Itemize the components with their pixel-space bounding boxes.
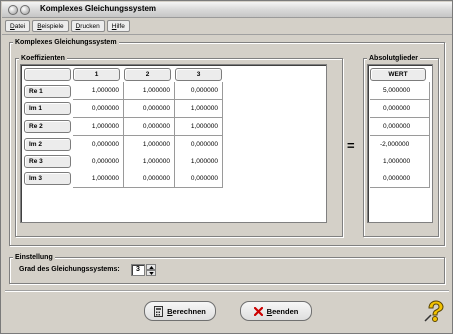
coefficient-cell[interactable]: 1,000000 xyxy=(73,170,124,188)
coefficients-group-label: Koeffizienten xyxy=(19,54,67,63)
arrow-up-icon xyxy=(149,266,154,269)
menu-divider xyxy=(2,34,452,35)
coefficient-cell[interactable]: 1,000000 xyxy=(175,100,223,118)
close-x-icon xyxy=(253,306,263,316)
row-label-im-3[interactable]: Im 3 xyxy=(24,172,71,185)
coefficient-cell[interactable]: 1,000000 xyxy=(124,153,175,171)
menu-beispiele[interactable]: Beispiele xyxy=(32,20,69,32)
menu-bar: Datei Beispiele Drucken Hilfe xyxy=(5,20,130,32)
settings-group-label: Einstellung xyxy=(13,253,55,262)
coefficient-cell[interactable]: 1,000000 xyxy=(124,136,175,154)
coefficient-cell[interactable]: 0,000000 xyxy=(124,100,175,118)
coefficient-cell[interactable]: 0,000000 xyxy=(124,118,175,136)
row-label-re-3[interactable]: Re 3 xyxy=(24,155,71,168)
row-label-re-1[interactable]: Re 1 xyxy=(24,85,71,98)
menu-hilfe[interactable]: Hilfe xyxy=(106,20,130,32)
column-header-1[interactable]: 1 xyxy=(73,68,120,81)
absolute-terms-header[interactable]: WERT xyxy=(370,68,426,81)
equals-sign: = xyxy=(347,138,355,153)
coefficient-cell[interactable]: 0,000000 xyxy=(124,170,175,188)
window-title: Komplexes Gleichungssystem xyxy=(40,4,157,13)
minimize-window-icon[interactable] xyxy=(20,5,30,15)
row-label-im-2[interactable]: Im 2 xyxy=(24,138,71,151)
coefficient-cell[interactable]: 1,000000 xyxy=(175,118,223,136)
absolute-term-cell[interactable]: 0,000000 xyxy=(370,100,430,118)
coefficient-cell[interactable]: 1,000000 xyxy=(175,153,223,171)
coefficient-cell[interactable]: 0,000000 xyxy=(175,170,223,188)
bottom-divider xyxy=(5,290,449,291)
absolute-term-cell[interactable]: 5,000000 xyxy=(370,82,430,100)
system-group-label: Komplexes Gleichungssystem xyxy=(13,38,119,47)
degree-input[interactable]: 3 xyxy=(131,264,145,276)
coefficient-cell[interactable]: 0,000000 xyxy=(175,82,223,100)
close-window-icon[interactable] xyxy=(8,5,18,15)
absolute-term-cell[interactable]: 1,000000 xyxy=(370,153,430,171)
app-window: Komplexes Gleichungssystem Datei Beispie… xyxy=(0,0,453,334)
column-header-2[interactable]: 2 xyxy=(124,68,171,81)
degree-down-button[interactable] xyxy=(146,270,156,276)
absolute-terms-group-label: Absolutglieder xyxy=(367,54,421,63)
coefficient-cell[interactable]: 1,000000 xyxy=(124,82,175,100)
coefficient-cell[interactable]: 1,000000 xyxy=(73,82,124,100)
calculator-icon xyxy=(154,305,164,317)
calculate-button[interactable]: Berechnen xyxy=(144,301,216,321)
title-bar: Komplexes Gleichungssystem xyxy=(2,2,452,18)
coefficient-cell[interactable]: 0,000000 xyxy=(73,153,124,171)
row-label-re-2[interactable]: Re 2 xyxy=(24,120,71,133)
column-header-3[interactable]: 3 xyxy=(175,68,222,81)
absolute-term-cell[interactable]: 0,000000 xyxy=(370,118,430,136)
coefficient-cell[interactable]: 0,000000 xyxy=(73,136,124,154)
coefficient-cell[interactable]: 0,000000 xyxy=(175,136,223,154)
coefficients-corner-header[interactable] xyxy=(24,68,71,81)
coefficient-cell[interactable]: 1,000000 xyxy=(73,118,124,136)
absolute-term-cell[interactable]: -2,000000 xyxy=(370,136,430,154)
arrow-down-icon xyxy=(149,272,154,275)
calculate-button-label: Berechnen xyxy=(167,306,206,316)
help-icon[interactable] xyxy=(423,299,447,323)
menu-datei[interactable]: Datei xyxy=(5,20,31,32)
absolute-term-cell[interactable]: 0,000000 xyxy=(370,170,430,188)
degree-label: Grad des Gleichungssystems: xyxy=(19,266,120,273)
quit-button[interactable]: Beenden xyxy=(240,301,312,321)
quit-button-label: Beenden xyxy=(266,306,299,316)
menu-drucken[interactable]: Drucken xyxy=(70,20,105,32)
row-label-im-1[interactable]: Im 1 xyxy=(24,102,71,115)
coefficient-cell[interactable]: 0,000000 xyxy=(73,100,124,118)
